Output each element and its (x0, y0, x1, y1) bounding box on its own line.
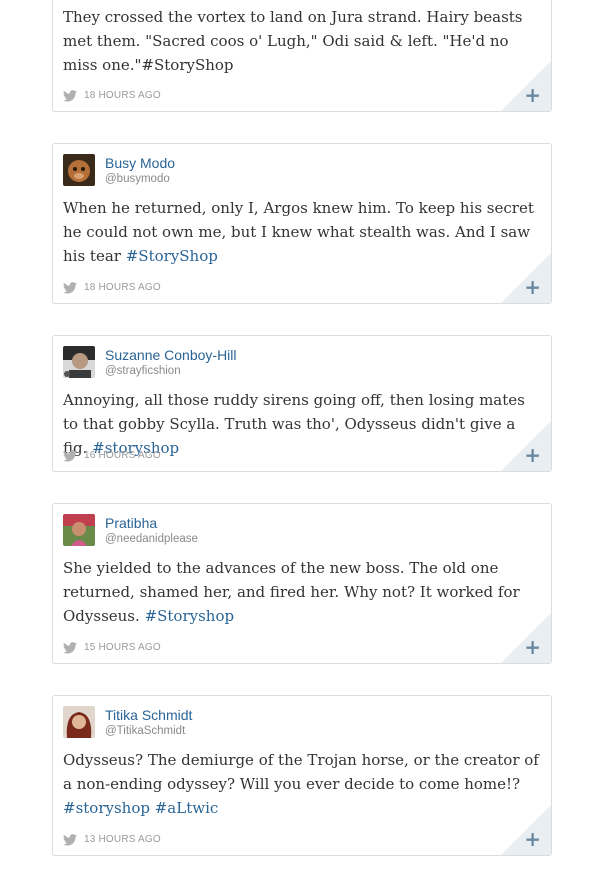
tweet-card: They crossed the vortex to land on Jura … (52, 0, 552, 112)
author-name[interactable]: Titika Schmidt (105, 706, 192, 724)
avatar[interactable] (63, 346, 95, 378)
avatar[interactable] (63, 154, 95, 186)
tweet-card: Suzanne Conboy-Hill @strayficshion Annoy… (52, 335, 552, 472)
tweet-card: Pratibha @needanidplease She yielded to … (52, 503, 552, 664)
tweet-text: They crossed the vortex to land on Jura … (63, 8, 523, 74)
plus-icon: + (524, 83, 541, 107)
tweet-timestamp[interactable]: 18 HOURS AGO (84, 89, 161, 103)
tweet-text: When he returned, only I, Argos knew him… (63, 196, 539, 268)
plus-icon: + (524, 827, 541, 851)
avatar[interactable] (63, 514, 95, 546)
author-name[interactable]: Suzanne Conboy-Hill (105, 346, 237, 364)
tweet-text: She yielded to the advances of the new b… (63, 556, 539, 628)
twitter-bird-icon (63, 90, 77, 102)
author-handle[interactable]: @TitikaSchmidt (105, 723, 185, 739)
add-button[interactable]: + (501, 421, 551, 471)
twitter-bird-icon (63, 642, 77, 654)
add-button[interactable]: + (501, 253, 551, 303)
tweet-timestamp[interactable]: 18 HOURS AGO (84, 281, 161, 295)
add-button[interactable]: + (501, 805, 551, 855)
add-button[interactable]: + (501, 613, 551, 663)
twitter-bird-icon (63, 834, 77, 846)
plus-icon: + (524, 443, 541, 467)
hashtag-link[interactable]: #storyshop #aLtwic (63, 799, 218, 817)
plus-icon: + (524, 275, 541, 299)
tweet-timestamp[interactable]: 15 HOURS AGO (84, 641, 161, 655)
twitter-bird-icon (63, 450, 77, 462)
tweet-body: She yielded to the advances of the new b… (63, 559, 520, 625)
avatar[interactable] (63, 706, 95, 738)
add-button[interactable]: + (501, 61, 551, 111)
author-handle[interactable]: @strayficshion (105, 363, 181, 379)
tweet-card: Titika Schmidt @TitikaSchmidt Odysseus? … (52, 695, 552, 856)
tweet-timestamp[interactable]: 13 HOURS AGO (84, 833, 161, 847)
hashtag-link[interactable]: #StoryShop (126, 247, 218, 265)
tweet-text: Odysseus? The demiurge of the Trojan hor… (63, 748, 539, 820)
author-handle[interactable]: @busymodo (105, 171, 170, 187)
tweet-body: Odysseus? The demiurge of the Trojan hor… (63, 751, 539, 793)
author-name[interactable]: Pratibha (105, 514, 157, 532)
hashtag-link[interactable]: #Storyshop (145, 607, 235, 625)
plus-icon: + (524, 635, 541, 659)
tweet-card: Busy Modo @busymodo When he returned, on… (52, 143, 552, 304)
twitter-bird-icon (63, 282, 77, 294)
tweet-timestamp[interactable]: 16 HOURS AGO (84, 449, 161, 463)
author-handle[interactable]: @needanidplease (105, 531, 198, 547)
author-name[interactable]: Busy Modo (105, 154, 175, 172)
